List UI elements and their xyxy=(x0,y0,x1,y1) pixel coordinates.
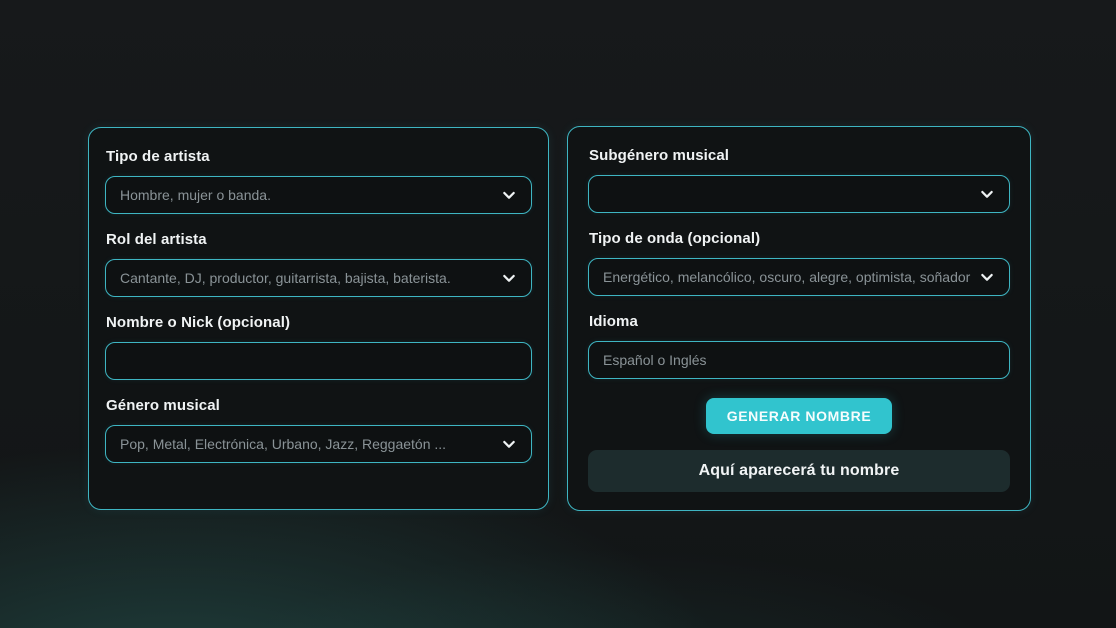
nombre-nick-input[interactable] xyxy=(105,342,532,380)
select-value: Hombre, mujer o banda. xyxy=(120,187,493,203)
subgenero-musical-label: Subgénero musical xyxy=(589,147,1010,165)
idioma-input[interactable] xyxy=(588,341,1010,379)
tipo-de-onda-label: Tipo de onda (opcional) xyxy=(589,230,1010,248)
field-group-subgenero-musical: Subgénero musical xyxy=(588,147,1010,213)
tipo-de-onda-select[interactable]: Energético, melancólico, oscuro, alegre,… xyxy=(588,258,1010,296)
chevron-down-icon xyxy=(979,269,995,285)
chevron-down-icon xyxy=(501,187,517,203)
chevron-down-icon xyxy=(979,186,995,202)
generar-nombre-button[interactable]: GENERAR NOMBRE xyxy=(706,398,893,434)
chevron-down-icon xyxy=(501,436,517,452)
artist-details-card: Tipo de artista Hombre, mujer o banda. R… xyxy=(88,127,549,510)
select-value: Energético, melancólico, oscuro, alegre,… xyxy=(603,269,971,285)
rol-del-artista-label: Rol del artista xyxy=(106,231,532,249)
field-group-idioma: Idioma xyxy=(588,313,1010,379)
select-value: Pop, Metal, Electrónica, Urbano, Jazz, R… xyxy=(120,436,493,452)
field-group-tipo-de-onda: Tipo de onda (opcional) Energético, mela… xyxy=(588,230,1010,296)
idioma-label: Idioma xyxy=(589,313,1010,331)
tipo-de-artista-select[interactable]: Hombre, mujer o banda. xyxy=(105,176,532,214)
result-placeholder: Aquí aparecerá tu nombre xyxy=(588,450,1010,492)
nombre-nick-label: Nombre o Nick (opcional) xyxy=(106,314,532,332)
chevron-down-icon xyxy=(501,270,517,286)
field-group-rol-del-artista: Rol del artista Cantante, DJ, productor,… xyxy=(105,231,532,297)
field-group-nombre-nick: Nombre o Nick (opcional) xyxy=(105,314,532,380)
select-value: Cantante, DJ, productor, guitarrista, ba… xyxy=(120,270,493,286)
genero-musical-label: Género musical xyxy=(106,397,532,415)
tipo-de-artista-label: Tipo de artista xyxy=(106,148,532,166)
artist-name-generator-page: { "theme": { "accent_border": "#3eb5c2",… xyxy=(0,0,1116,628)
field-group-tipo-de-artista: Tipo de artista Hombre, mujer o banda. xyxy=(105,148,532,214)
rol-del-artista-select[interactable]: Cantante, DJ, productor, guitarrista, ba… xyxy=(105,259,532,297)
generator-options-card: Subgénero musical Tipo de onda (opcional… xyxy=(567,126,1031,511)
genero-musical-select[interactable]: Pop, Metal, Electrónica, Urbano, Jazz, R… xyxy=(105,425,532,463)
field-group-genero-musical: Género musical Pop, Metal, Electrónica, … xyxy=(105,397,532,463)
subgenero-musical-select[interactable] xyxy=(588,175,1010,213)
